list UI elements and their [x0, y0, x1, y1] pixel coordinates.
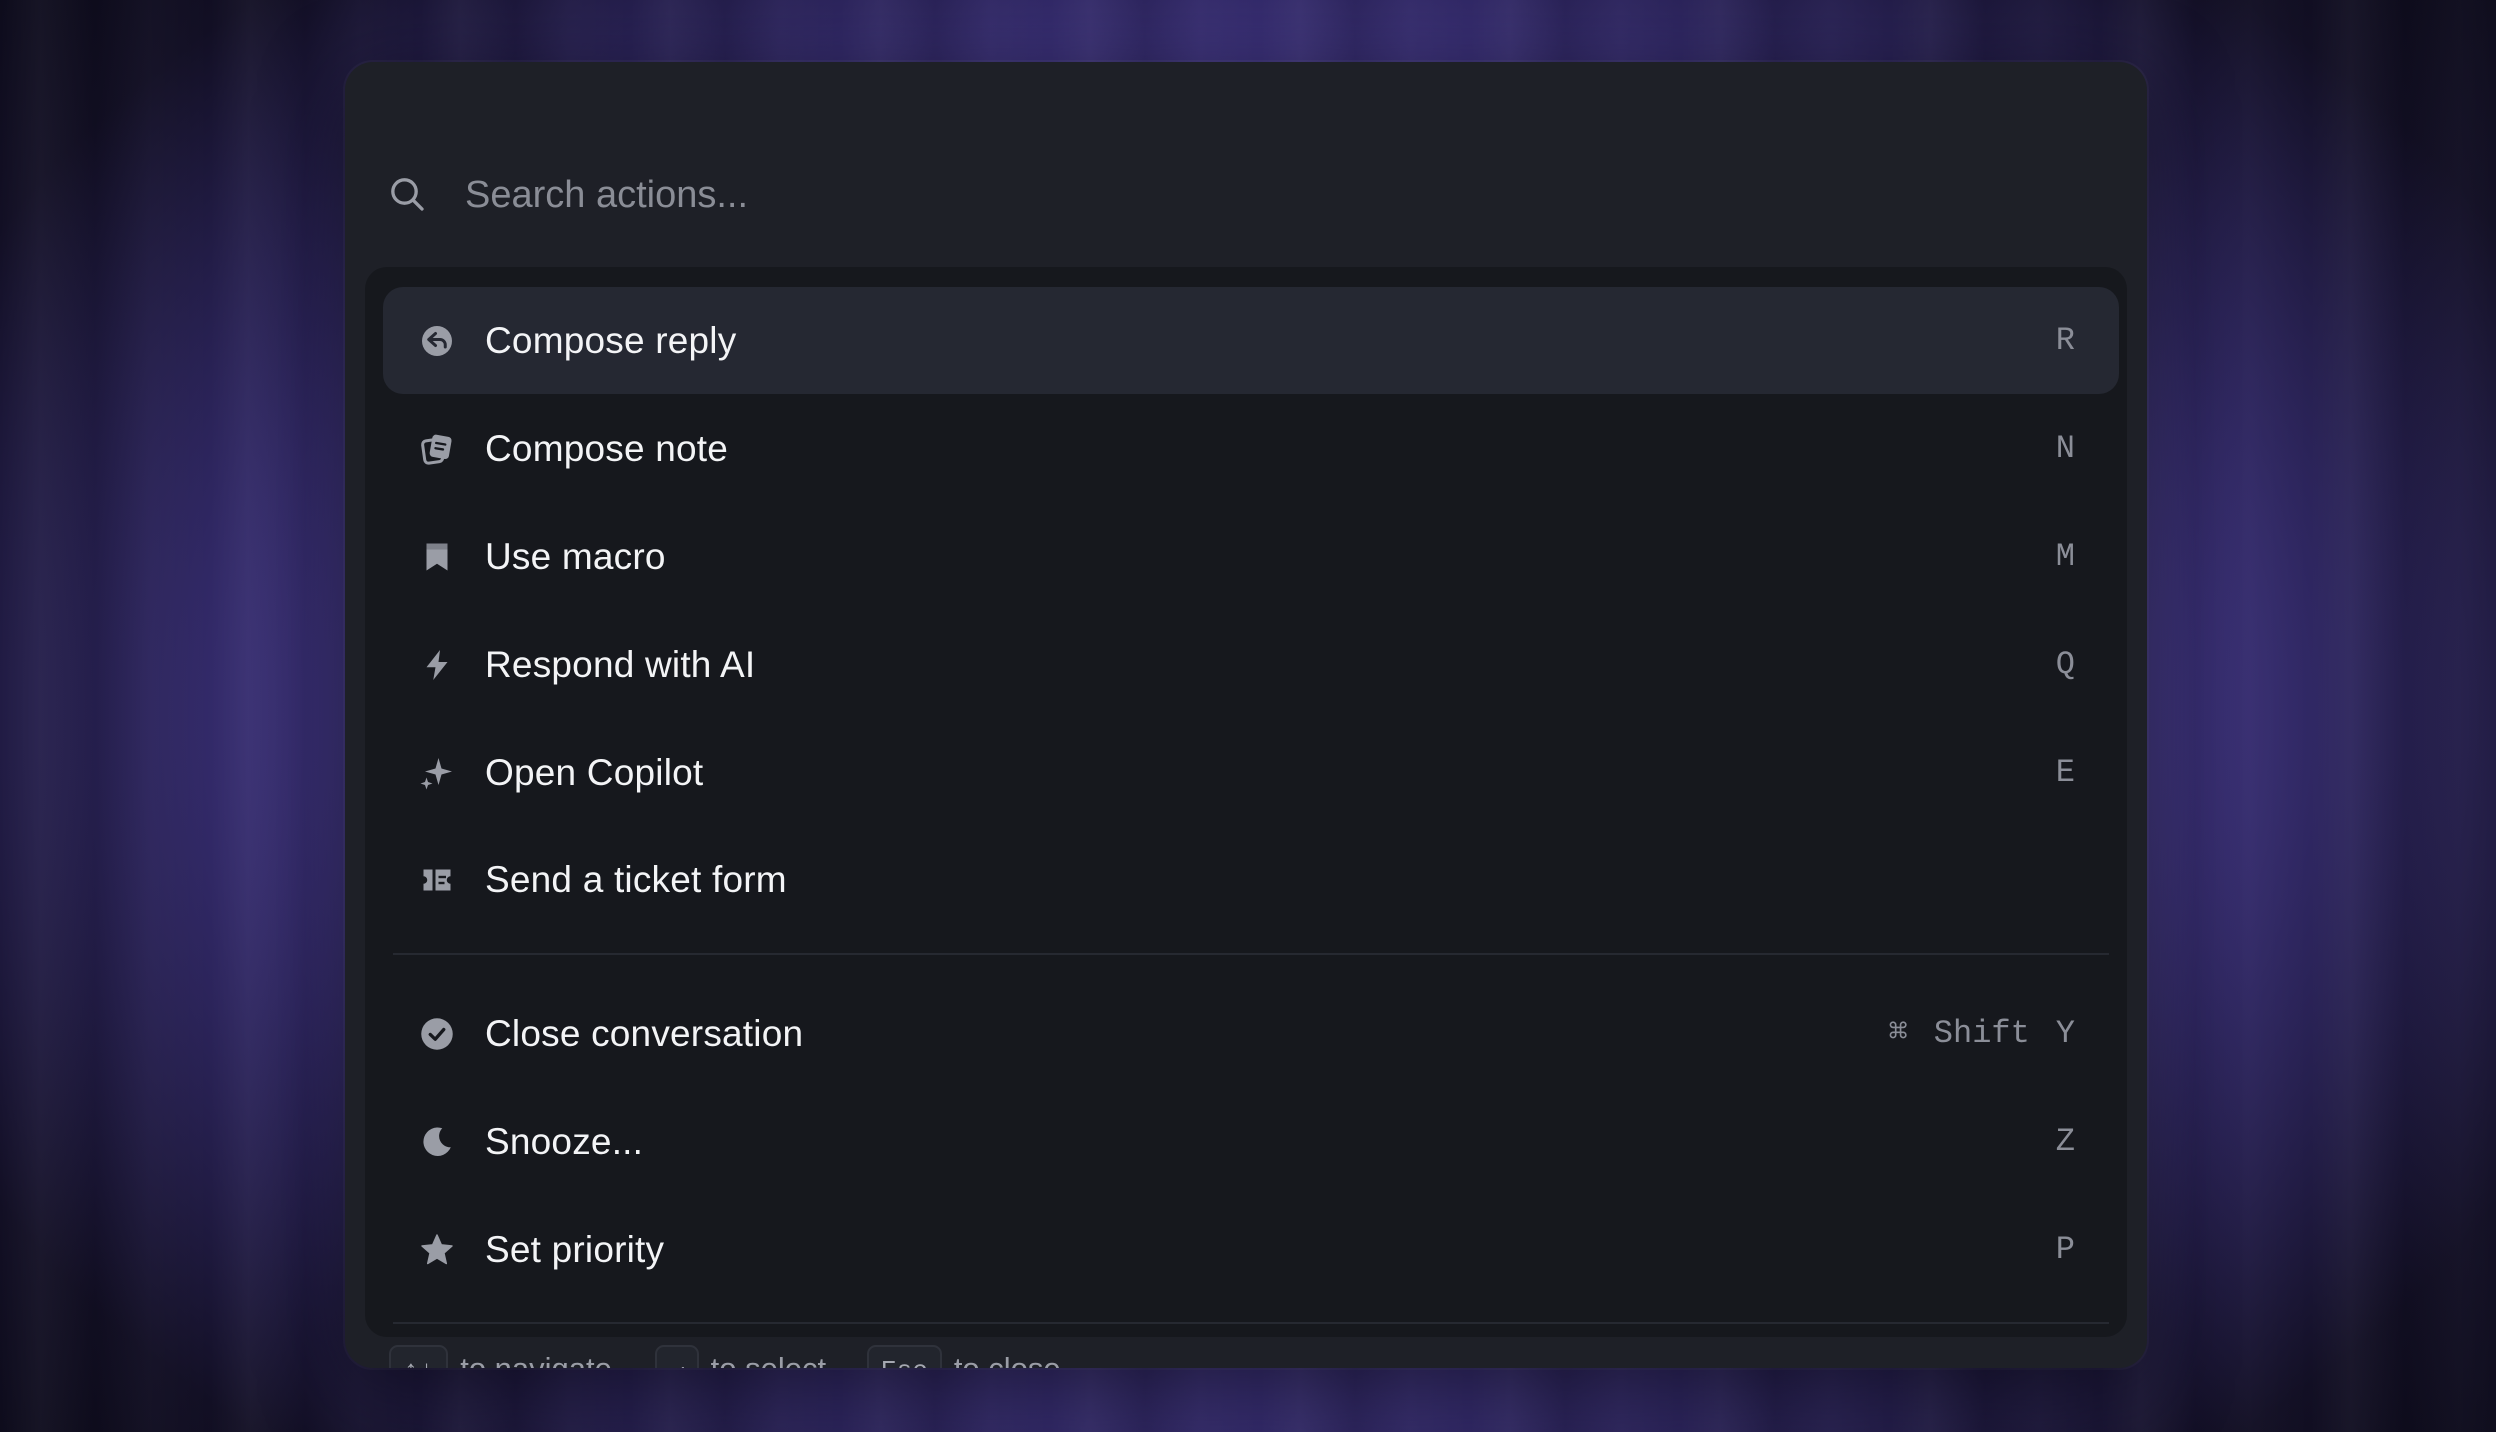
- shortcut-key: Y: [2055, 1015, 2075, 1052]
- shortcut-key: ⌘: [1888, 1015, 1908, 1052]
- check-circle-icon: [421, 1018, 453, 1050]
- shortcut-key: R: [2055, 322, 2075, 359]
- kbd-arrows: ↑↓: [389, 1345, 449, 1368]
- shortcut-key: Z: [2055, 1123, 2075, 1160]
- action-snooze[interactable]: Snooze... Z: [383, 1088, 2119, 1195]
- search-icon: [391, 178, 424, 211]
- shortcut-key: Q: [2055, 646, 2075, 683]
- hint-navigate: ↑↓ to navigate: [389, 1342, 612, 1368]
- lightning-icon: [426, 650, 448, 680]
- action-open-copilot[interactable]: Open Copilot E: [383, 719, 2119, 826]
- action-shortcut: P: [2030, 1226, 2075, 1274]
- sparkle-icon: [420, 758, 452, 790]
- action-close-conversation[interactable]: Close conversation ⌘ Shift Y: [383, 980, 2119, 1087]
- action-shortcut: M: [2030, 533, 2075, 581]
- action-label: Respond with AI: [485, 644, 756, 685]
- action-label: Open Copilot: [485, 752, 704, 793]
- search-input[interactable]: [463, 162, 2067, 228]
- bookmark-icon: [426, 543, 448, 571]
- reply-icon: [422, 326, 452, 356]
- action-label: Compose note: [485, 428, 729, 469]
- action-shortcut: E: [2030, 749, 2075, 797]
- moon-icon: [423, 1127, 451, 1156]
- footer-hints: ↑↓ to navigate ↵ to select Esc to close: [345, 1342, 2147, 1368]
- note-icon: [421, 434, 452, 465]
- action-send-ticket-form[interactable]: Send a ticket form: [383, 826, 2119, 933]
- action-set-priority[interactable]: Set priority P: [383, 1196, 2119, 1303]
- action-respond-with-ai[interactable]: Respond with AI Q: [383, 611, 2119, 718]
- action-shortcut: Q: [2030, 641, 2075, 689]
- list-bottom-divider: [393, 1322, 2109, 1324]
- shortcut-key: E: [2055, 754, 2075, 791]
- search-bar: [345, 62, 2147, 267]
- shortcut-key: N: [2055, 430, 2075, 467]
- action-use-macro[interactable]: Use macro M: [383, 503, 2119, 610]
- action-list: Compose reply R Compose note N Use macro…: [365, 267, 2127, 1337]
- action-shortcut: R: [2030, 317, 2075, 365]
- action-shortcut: ⌘ Shift Y: [1863, 1010, 2075, 1058]
- action-label: Send a ticket form: [485, 859, 787, 900]
- action-compose-note[interactable]: Compose note N: [383, 395, 2119, 502]
- hint-close-text: to close: [954, 1351, 1061, 1368]
- action-shortcut: Z: [2030, 1118, 2075, 1166]
- hint-select: ↵ to select: [655, 1342, 826, 1368]
- hint-close: Esc to close: [867, 1342, 1061, 1368]
- action-label: Set priority: [485, 1229, 665, 1270]
- action-label: Use macro: [485, 536, 666, 577]
- section-divider: [393, 953, 2109, 955]
- shortcut-key: Shift: [1933, 1015, 2030, 1052]
- star-icon: [421, 1234, 453, 1265]
- shortcut-key: P: [2055, 1231, 2075, 1268]
- kbd-enter: ↵: [655, 1345, 699, 1368]
- action-compose-reply[interactable]: Compose reply R: [383, 287, 2119, 394]
- hint-select-text: to select: [711, 1351, 826, 1368]
- action-label: Snooze...: [485, 1121, 644, 1162]
- action-label: Compose reply: [485, 320, 737, 361]
- hint-navigate-text: to navigate: [460, 1351, 612, 1368]
- command-palette: Compose reply R Compose note N Use macro…: [345, 62, 2147, 1368]
- action-shortcut: N: [2030, 425, 2075, 473]
- ticket-icon: [423, 869, 451, 891]
- action-label: Close conversation: [485, 1013, 804, 1054]
- kbd-esc: Esc: [867, 1345, 942, 1368]
- shortcut-key: M: [2055, 538, 2075, 575]
